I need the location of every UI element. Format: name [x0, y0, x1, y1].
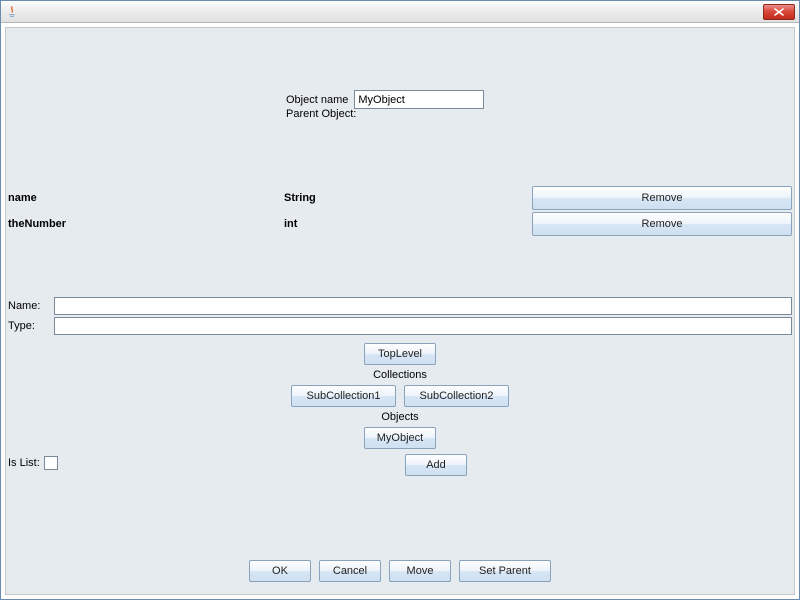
object-button[interactable]: MyObject — [364, 427, 436, 449]
object-name-input[interactable] — [354, 90, 484, 109]
type-field-input[interactable] — [54, 317, 792, 335]
dialog-window: Object name Parent Object: name String R… — [0, 0, 800, 600]
name-field-row: Name: — [8, 296, 792, 316]
titlebar — [1, 1, 799, 23]
add-row: Add — [6, 454, 794, 476]
name-field-input[interactable] — [54, 297, 792, 315]
ok-button[interactable]: OK — [249, 560, 311, 582]
attr-name-label: name — [8, 192, 37, 204]
parent-object-label: Parent Object: — [286, 108, 356, 120]
bottom-button-bar: OK Cancel Move Set Parent — [6, 560, 794, 582]
add-button[interactable]: Add — [405, 454, 467, 476]
window-close-button[interactable] — [763, 4, 795, 20]
attr-name-label: theNumber — [8, 218, 66, 230]
attribute-row: name String Remove — [6, 186, 794, 210]
subcollections-row: SubCollection1 SubCollection2 — [6, 385, 794, 407]
subcollection-button[interactable]: SubCollection2 — [404, 385, 509, 407]
objects-heading: Objects — [6, 411, 794, 423]
attr-type-label: int — [284, 218, 297, 230]
titlebar-left — [5, 5, 19, 19]
object-name-label: Object name — [286, 94, 348, 106]
type-field-row: Type: — [8, 316, 792, 336]
subcollection-button[interactable]: SubCollection1 — [291, 385, 396, 407]
type-field-label: Type: — [8, 320, 54, 332]
move-button[interactable]: Move — [389, 560, 451, 582]
close-icon — [774, 8, 784, 16]
name-field-label: Name: — [8, 300, 54, 312]
java-icon — [5, 5, 19, 19]
parent-object-row: Parent Object: — [286, 108, 356, 120]
objects-row: MyObject — [6, 427, 794, 449]
remove-button[interactable]: Remove — [532, 212, 792, 236]
cancel-button[interactable]: Cancel — [319, 560, 381, 582]
toplevel-button[interactable]: TopLevel — [364, 343, 436, 365]
toplevel-row: TopLevel — [6, 343, 794, 365]
collections-heading: Collections — [6, 369, 794, 381]
attr-type-label: String — [284, 192, 316, 204]
set-parent-button[interactable]: Set Parent — [459, 560, 551, 582]
remove-button[interactable]: Remove — [532, 186, 792, 210]
object-name-row: Object name — [286, 90, 484, 109]
attribute-row: theNumber int Remove — [6, 212, 794, 236]
content-panel: Object name Parent Object: name String R… — [5, 27, 795, 595]
